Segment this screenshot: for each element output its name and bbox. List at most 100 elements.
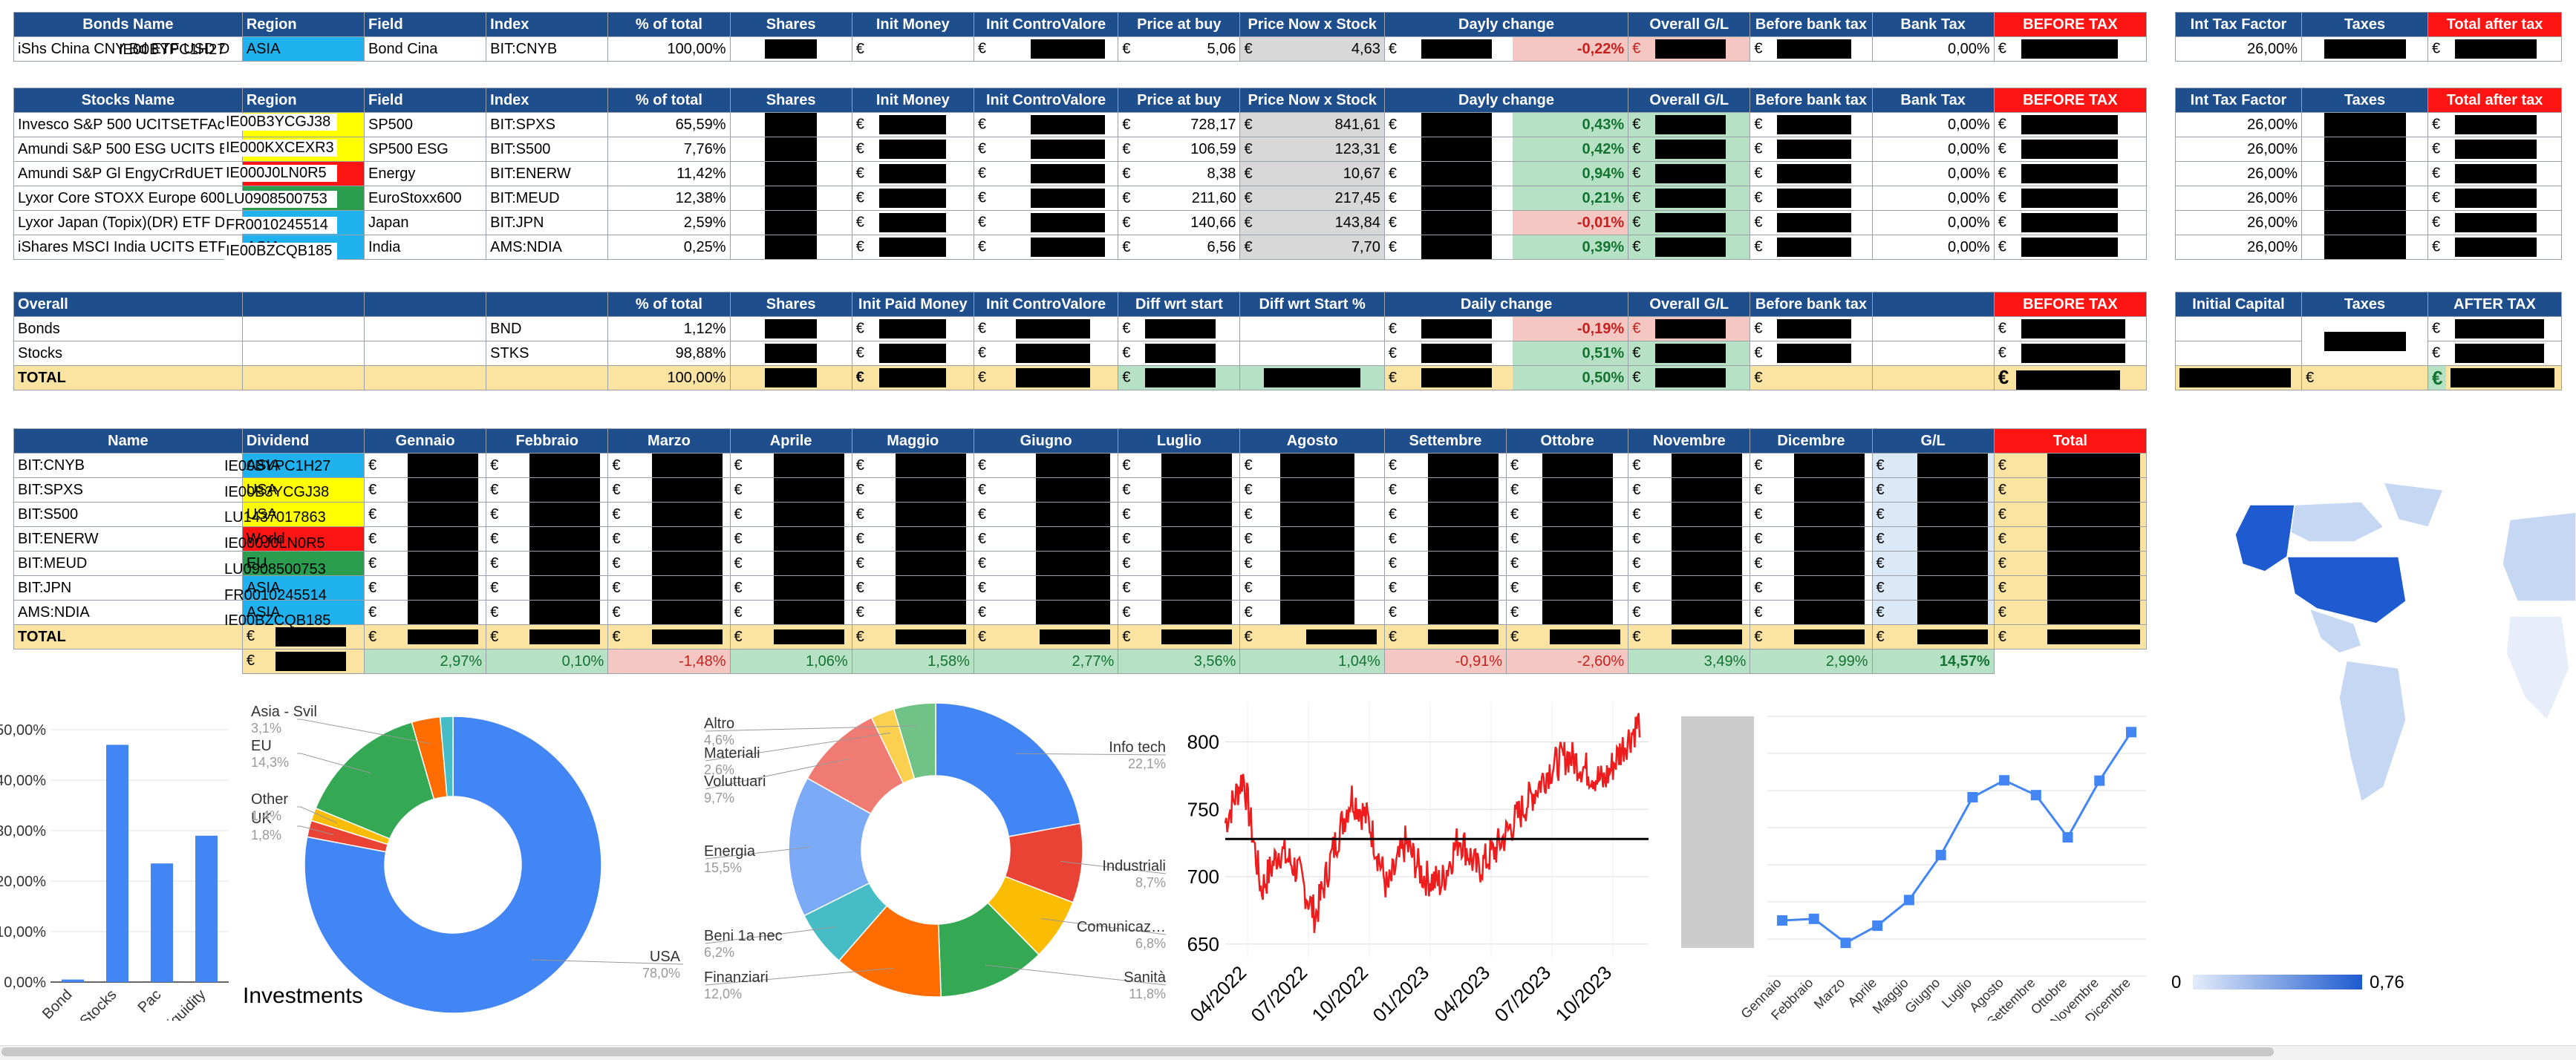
cell-month-value[interactable]: € (1239, 477, 1385, 503)
cell-month-value[interactable]: € (1750, 526, 1873, 552)
cell-redacted[interactable]: € (1750, 316, 1873, 341)
cell-redacted[interactable] (729, 341, 852, 366)
cell-bank-tax[interactable]: 0,00% (1871, 137, 1995, 162)
cell-field[interactable]: Japan (363, 210, 487, 235)
col-index[interactable]: Index (486, 12, 609, 37)
cell-month-value[interactable]: € (1628, 453, 1751, 478)
cell-init-money[interactable]: € (851, 137, 974, 162)
total-row[interactable]: TOTAL 100,00% € € € €0,50% € € € (13, 365, 2148, 390)
cell-month-total[interactable]: € (1506, 624, 1629, 650)
cell-bank-tax[interactable]: 0,00% (1871, 210, 1995, 235)
total-row[interactable]: TOTAL € € € € € € € € € € € € € € € (13, 624, 2148, 650)
cell-price-now[interactable]: €217,45 (1239, 186, 1385, 211)
cell-pct[interactable]: 0,25% (607, 235, 731, 260)
cell-before-bank-tax[interactable]: € (1750, 112, 1873, 137)
cell-taxes[interactable] (2301, 235, 2428, 260)
cell-month-total[interactable]: € (729, 624, 852, 650)
table-row[interactable]: AMS:NDIA ASIA € € € € € € € € € € € € € € (13, 600, 2148, 625)
cell-price-buy[interactable]: €106,59 (1118, 137, 1241, 162)
cell-redacted[interactable]: € (1750, 341, 1873, 366)
col-month[interactable]: Novembre (1628, 428, 1751, 454)
cell-daily-change[interactable]: €0,43% (1383, 112, 1629, 137)
cell-before-tax[interactable]: € (1993, 210, 2148, 235)
cell-name[interactable]: iShares MSCI India UCITS ETF (13, 235, 243, 260)
cell-shares-redacted[interactable] (729, 186, 852, 211)
cell-month-value[interactable]: € (729, 551, 852, 576)
cell-overall-gl[interactable]: € (1628, 235, 1751, 260)
cell-overall-gl[interactable]: € (1628, 316, 1751, 341)
col-month[interactable]: Aprile (729, 428, 852, 454)
cell-tax-factor[interactable]: 26,00% (2175, 36, 2302, 62)
col-overall-gl[interactable]: Overall G/L (1628, 292, 1751, 317)
cell-gl[interactable]: € (1871, 477, 1995, 503)
col-overall-gl[interactable]: Overall G/L (1628, 88, 1751, 113)
cell-before-bank-tax[interactable]: € (1750, 36, 1873, 62)
cell-month-value[interactable]: € (1383, 477, 1507, 503)
cell-month-value[interactable]: € (851, 551, 974, 576)
cell-month-value[interactable]: € (363, 477, 487, 503)
cell-month-value[interactable]: € (973, 526, 1119, 552)
col-dividend[interactable]: Dividend (241, 428, 365, 454)
cell-month-value[interactable]: € (1118, 502, 1241, 527)
cell-daily-change[interactable]: € -0,01% (1383, 210, 1629, 235)
cell-month-value[interactable]: € (973, 502, 1119, 527)
cell-tax-factor[interactable]: 26,00% (2175, 235, 2302, 260)
cell-redacted[interactable] (729, 316, 852, 341)
col-region[interactable]: Region (241, 88, 365, 113)
cell-month-value[interactable]: € (1628, 575, 1751, 601)
cell-month-value[interactable]: € (1118, 551, 1241, 576)
cell-month-value[interactable]: € (486, 502, 609, 527)
cell-month-value[interactable]: € (1506, 453, 1629, 478)
cell-month-pct[interactable]: 3,56% (1118, 649, 1241, 674)
cell-month-total[interactable]: € (363, 624, 487, 650)
col-taxes[interactable]: Taxes (2301, 12, 2428, 37)
cell-total[interactable]: € (1993, 477, 2148, 503)
cell-redacted[interactable]: € (1750, 365, 1873, 390)
cell-total-label[interactable]: TOTAL (13, 624, 243, 650)
cell-tax-factor[interactable]: 26,00% (2175, 137, 2302, 162)
cell-redacted[interactable]: € (1118, 365, 1241, 390)
col-price-buy[interactable]: Price at buy (1118, 88, 1241, 113)
data-point[interactable] (1935, 849, 1946, 860)
col-price-buy[interactable]: Price at buy (1118, 12, 1241, 37)
data-point[interactable] (1967, 792, 1978, 802)
cell-redacted[interactable] (729, 365, 852, 390)
cell-index[interactable]: STKS (486, 341, 609, 366)
table-row[interactable]: 26,00% € (2175, 112, 2562, 137)
col-shares[interactable]: Shares (729, 292, 852, 317)
cell-month-value[interactable]: € (1750, 502, 1873, 527)
table-row[interactable]: 26,00% € (2175, 161, 2562, 186)
cell-month-total[interactable]: € (1383, 624, 1507, 650)
cell-month-pct[interactable]: 2,97% (363, 649, 487, 674)
cell-month-value[interactable]: € (973, 575, 1119, 601)
cell-month-pct[interactable]: 0,10% (486, 649, 609, 674)
cell-total-after-tax[interactable]: € (2427, 36, 2562, 62)
cell-month-value[interactable]: € (363, 502, 487, 527)
cell-name[interactable]: BIT:SPXS (13, 477, 243, 503)
cell-redacted[interactable]: € (851, 341, 974, 366)
cell-month-total[interactable]: € (1239, 624, 1385, 650)
cell-name[interactable]: BIT:ENERW (13, 526, 243, 552)
cell-taxes[interactable] (2301, 36, 2428, 62)
cell-month-pct[interactable]: 3,49% (1628, 649, 1751, 674)
cell-month-pct[interactable]: 1,58% (851, 649, 974, 674)
table-row[interactable]: BIT:JPN ASIA € € € € € € € € € € € € € € (13, 575, 2148, 601)
cell-bank-tax[interactable]: 0,00% (1871, 36, 1995, 62)
table-row[interactable]: BIT:ENERW World € € € € € € € € € € € € € € (13, 526, 2148, 552)
col-gl[interactable]: G/L (1871, 428, 1995, 454)
cell-month-value[interactable]: € (1118, 600, 1241, 625)
cell-before-tax[interactable]: € (1993, 161, 2148, 186)
cell-month-value[interactable]: € (1628, 526, 1751, 552)
cell-month-value[interactable]: € (1239, 575, 1385, 601)
cell-name[interactable]: Lyxor Core STOXX Europe 600 (DR) (13, 186, 243, 211)
cell-before-bank-tax[interactable]: € (1750, 210, 1873, 235)
cell-init-money[interactable]: € (851, 112, 974, 137)
col-init-controvalore[interactable]: Init ControValore (973, 292, 1119, 317)
cell-month-value[interactable]: € (1628, 477, 1751, 503)
cell-month-pct[interactable]: -0,91% (1383, 649, 1507, 674)
cell-index[interactable]: BND (486, 316, 609, 341)
cell-pct[interactable]: 65,59% (607, 112, 731, 137)
cell-index[interactable]: BIT:CNYB (486, 36, 609, 62)
cell-month-pct[interactable]: 2,99% (1750, 649, 1873, 674)
col-month[interactable]: Dicembre (1750, 428, 1873, 454)
